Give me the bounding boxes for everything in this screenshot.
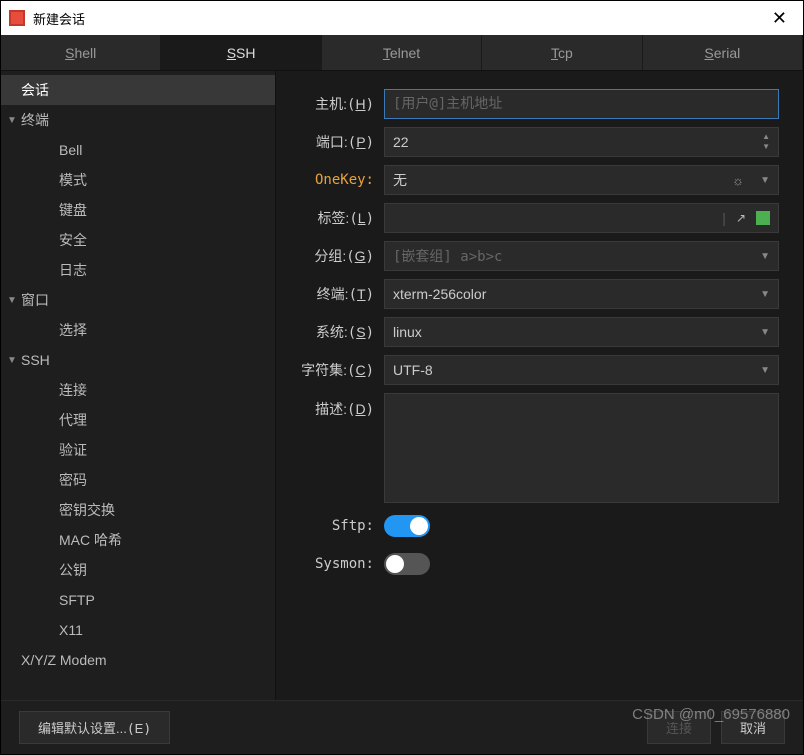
sidebar-item-mode[interactable]: 模式 <box>1 165 275 195</box>
charset-value: UTF-8 <box>393 362 433 378</box>
onekey-value: 无 <box>393 170 407 190</box>
row-host: 主机:(H) <box>284 89 779 119</box>
port-spinner[interactable]: ▲▼ <box>762 132 770 152</box>
sidebar-item-auth[interactable]: 验证 <box>1 435 275 465</box>
sidebar-item-select[interactable]: 选择 <box>1 315 275 345</box>
sidebar-item-password[interactable]: 密码 <box>1 465 275 495</box>
row-charset: 字符集:(C) UTF-8 ▼ <box>284 355 779 385</box>
chevron-down-icon: ▼ <box>3 295 21 306</box>
chevron-down-icon[interactable]: ▼ <box>760 327 770 338</box>
sidebar-item-kex[interactable]: 密钥交换 <box>1 495 275 525</box>
sidebar-item-terminal[interactable]: ▼终端 <box>1 105 275 135</box>
spinner-up-icon[interactable]: ▲ <box>762 132 770 142</box>
titlebar-left: 新建会话 <box>9 9 85 28</box>
sidebar-item-security[interactable]: 安全 <box>1 225 275 255</box>
description-input[interactable] <box>384 393 779 503</box>
row-description: 描述:(D) <box>284 393 779 503</box>
tags-input[interactable]: | ↗ <box>384 203 779 233</box>
label-system: 系统:(S) <box>284 322 384 342</box>
label-port: 端口:(P) <box>284 132 384 152</box>
row-sysmon: Sysmon: <box>284 549 779 579</box>
tab-ssh[interactable]: SSH <box>161 35 321 70</box>
spinner-down-icon[interactable]: ▼ <box>762 142 770 152</box>
system-value: linux <box>393 324 422 340</box>
chevron-down-icon: ▼ <box>3 355 21 366</box>
row-tags: 标签:(L) | ↗ <box>284 203 779 233</box>
gear-icon[interactable]: ☼ <box>732 173 744 188</box>
label-description: 描述:(D) <box>284 393 384 419</box>
group-select[interactable]: [嵌套组] a>b>c ▼ <box>384 241 779 271</box>
body: 会话 ▼终端 Bell 模式 键盘 安全 日志 ▼窗口 选择 ▼SSH 连接 代… <box>1 71 803 700</box>
row-system: 系统:(S) linux ▼ <box>284 317 779 347</box>
titlebar: 新建会话 ✕ <box>1 1 803 35</box>
terminal-value: xterm-256color <box>393 286 486 302</box>
port-value: 22 <box>393 134 409 150</box>
tab-shell[interactable]: Shell <box>1 35 161 70</box>
label-tags: 标签:(L) <box>284 208 384 228</box>
popout-icon[interactable]: ↗ <box>736 211 746 225</box>
sidebar-item-x11[interactable]: X11 <box>1 615 275 645</box>
charset-select[interactable]: UTF-8 ▼ <box>384 355 779 385</box>
sidebar-item-keyboard[interactable]: 键盘 <box>1 195 275 225</box>
toggle-knob <box>410 517 428 535</box>
description-field[interactable] <box>393 394 770 502</box>
group-placeholder: [嵌套组] a>b>c <box>393 246 502 266</box>
sidebar-item-bell[interactable]: Bell <box>1 135 275 165</box>
watermark: CSDN @m0_69576880 <box>632 706 790 723</box>
label-onekey: OneKey: <box>284 172 384 188</box>
sysmon-toggle[interactable] <box>384 553 430 575</box>
app-icon <box>9 10 25 26</box>
chevron-down-icon[interactable]: ▼ <box>760 251 770 262</box>
protocol-tabs: Shell SSH Telnet Tcp Serial <box>1 35 803 71</box>
sidebar-item-pubkey[interactable]: 公钥 <box>1 555 275 585</box>
color-swatch[interactable] <box>756 211 770 225</box>
sidebar-item-window[interactable]: ▼窗口 <box>1 285 275 315</box>
tab-telnet[interactable]: Telnet <box>322 35 482 70</box>
port-input[interactable]: 22 ▲▼ <box>384 127 779 157</box>
terminal-select[interactable]: xterm-256color ▼ <box>384 279 779 309</box>
row-sftp: Sftp: <box>284 511 779 541</box>
sidebar-item-sftp[interactable]: SFTP <box>1 585 275 615</box>
window-title: 新建会话 <box>33 9 85 28</box>
tab-tcp[interactable]: Tcp <box>482 35 642 70</box>
close-icon[interactable]: ✕ <box>764 8 795 29</box>
sidebar: 会话 ▼终端 Bell 模式 键盘 安全 日志 ▼窗口 选择 ▼SSH 连接 代… <box>1 71 276 700</box>
onekey-select[interactable]: 无 ☼ ▼ <box>384 165 779 195</box>
chevron-down-icon[interactable]: ▼ <box>760 175 770 186</box>
label-sysmon: Sysmon: <box>284 556 384 572</box>
chevron-down-icon[interactable]: ▼ <box>760 365 770 376</box>
edit-defaults-button[interactable]: 编辑默认设置...(E) <box>19 711 170 744</box>
sidebar-item-ssh[interactable]: ▼SSH <box>1 345 275 375</box>
toggle-knob <box>386 555 404 573</box>
sidebar-item-proxy[interactable]: 代理 <box>1 405 275 435</box>
row-group: 分组:(G) [嵌套组] a>b>c ▼ <box>284 241 779 271</box>
host-input[interactable] <box>384 89 779 119</box>
row-onekey: OneKey: 无 ☼ ▼ <box>284 165 779 195</box>
chevron-down-icon[interactable]: ▼ <box>760 289 770 300</box>
sidebar-item-xyz-modem[interactable]: X/Y/Z Modem <box>1 645 275 675</box>
label-charset: 字符集:(C) <box>284 360 384 380</box>
new-session-window: 新建会话 ✕ Shell SSH Telnet Tcp Serial 会话 ▼终… <box>0 0 804 755</box>
label-group: 分组:(G) <box>284 246 384 266</box>
sidebar-item-log[interactable]: 日志 <box>1 255 275 285</box>
sidebar-item-connect[interactable]: 连接 <box>1 375 275 405</box>
sidebar-item-mac[interactable]: MAC 哈希 <box>1 525 275 555</box>
sidebar-item-session[interactable]: 会话 <box>1 75 275 105</box>
chevron-down-icon: ▼ <box>3 115 21 126</box>
sftp-toggle[interactable] <box>384 515 430 537</box>
host-field[interactable] <box>393 96 770 112</box>
row-terminal: 终端:(T) xterm-256color ▼ <box>284 279 779 309</box>
row-port: 端口:(P) 22 ▲▼ <box>284 127 779 157</box>
tags-field[interactable] <box>393 210 714 226</box>
label-host: 主机:(H) <box>284 94 384 114</box>
tab-serial[interactable]: Serial <box>643 35 803 70</box>
form-area: 主机:(H) 端口:(P) 22 ▲▼ OneKey: 无 <box>276 71 803 700</box>
system-select[interactable]: linux ▼ <box>384 317 779 347</box>
separator: | <box>722 210 726 226</box>
label-terminal: 终端:(T) <box>284 284 384 304</box>
label-sftp: Sftp: <box>284 518 384 534</box>
